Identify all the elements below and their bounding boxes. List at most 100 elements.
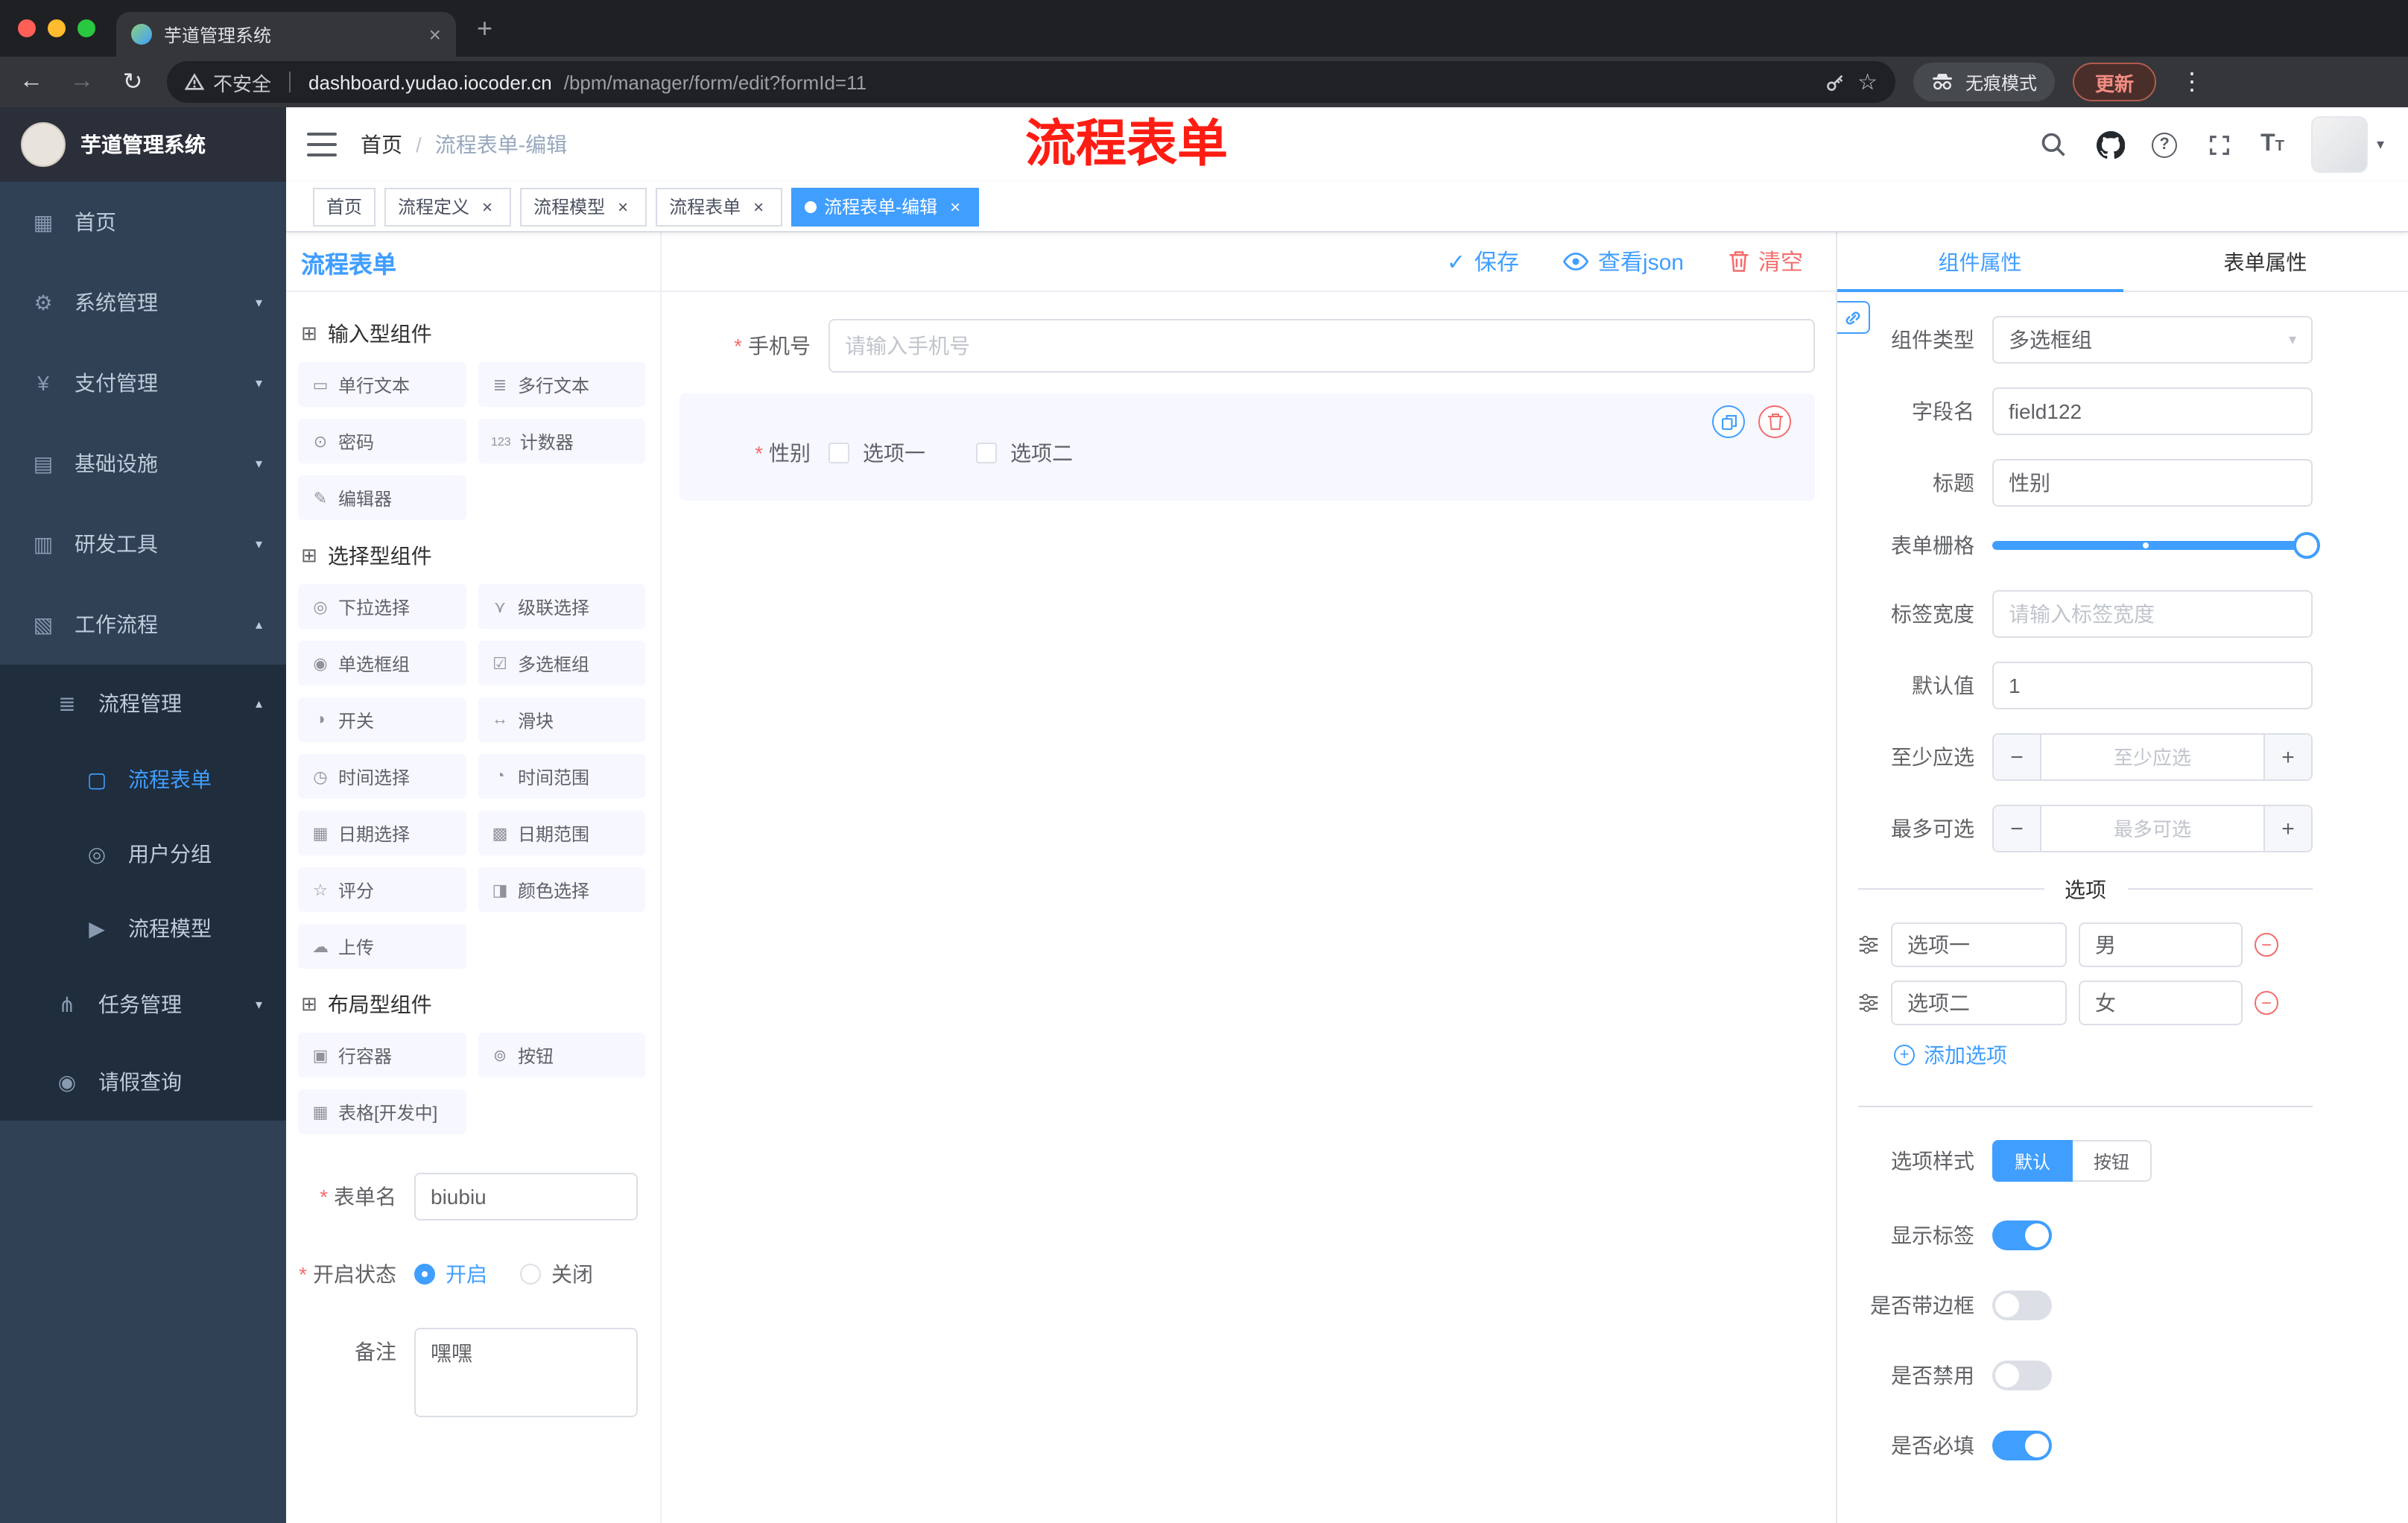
new-tab-button[interactable]: + (477, 13, 492, 44)
palette-item-editor[interactable]: ✎ 编辑器 (298, 475, 466, 520)
github-icon[interactable] (2095, 130, 2125, 159)
search-icon[interactable] (2038, 130, 2068, 159)
close-icon[interactable]: × (612, 196, 633, 217)
sidebar-item-system-management[interactable]: ⚙ 系统管理 ▾ (0, 262, 286, 343)
hamburger-icon[interactable] (307, 133, 337, 156)
palette-item-slider[interactable]: ↔ 滑块 (478, 697, 645, 742)
form-grid-slider[interactable] (1992, 532, 2320, 559)
sidebar-item-infrastructure[interactable]: ▤ 基础设施 ▾ (0, 423, 286, 504)
label-width-input[interactable] (1992, 590, 2313, 638)
copy-component-button[interactable] (1712, 405, 1745, 438)
decrease-button[interactable]: − (1994, 806, 2041, 851)
tab-component-props[interactable]: 组件属性 (1837, 232, 2123, 292)
palette-item-switch[interactable]: ◑ 开关 (298, 697, 466, 742)
palette-item-date-range[interactable]: ▩ 日期范围 (478, 811, 645, 855)
phone-input[interactable] (828, 319, 1815, 373)
status-off-radio[interactable]: 关闭 (520, 1259, 593, 1289)
palette-item-table[interactable]: ▦ 表格[开发中] (298, 1089, 466, 1134)
help-icon[interactable]: ? (2152, 132, 2178, 157)
tag-process-definition[interactable]: 流程定义 × (384, 187, 512, 226)
palette-item-radio-group[interactable]: ◉ 单选框组 (298, 641, 466, 685)
field-name-input[interactable] (1992, 387, 2313, 435)
style-button-button[interactable]: 按钮 (2073, 1140, 2152, 1182)
palette-item-button[interactable]: ⊚ 按钮 (478, 1033, 645, 1077)
sidebar-item-home[interactable]: ▦ 首页 (0, 182, 286, 262)
palette-item-date-picker[interactable]: ▦ 日期选择 (298, 811, 466, 855)
close-icon[interactable]: × (477, 196, 498, 217)
palette-item-select[interactable]: ◎ 下拉选择 (298, 584, 466, 629)
drag-handle-icon[interactable] (1858, 992, 1879, 1013)
option-value-input[interactable] (2079, 922, 2243, 967)
bookmark-star-icon[interactable]: ☆ (1857, 69, 1878, 95)
palette-item-time-picker[interactable]: ◷ 时间选择 (298, 754, 466, 799)
remove-option-button[interactable]: − (2255, 991, 2278, 1015)
gender-option2-checkbox[interactable]: 选项二 (976, 438, 1073, 468)
fullscreen-icon[interactable] (2204, 130, 2234, 159)
canvas-field-gender-selected[interactable]: 性别 选项一 选项二 (679, 393, 1815, 501)
palette-item-upload[interactable]: ☁ 上传 (298, 924, 466, 969)
palette-item-counter[interactable]: 123 计数器 (478, 419, 645, 463)
tag-home[interactable]: 首页 (313, 187, 376, 226)
min-select-input[interactable] (2041, 735, 2263, 779)
tag-process-model[interactable]: 流程模型 × (520, 187, 647, 226)
clear-button[interactable]: 清空 (1729, 246, 1803, 277)
close-icon[interactable]: × (945, 196, 966, 217)
sidebar-item-process-form[interactable]: ▢ 流程表单 (0, 742, 286, 817)
password-key-icon[interactable] (1823, 71, 1845, 93)
breadcrumb-home[interactable]: 首页 (361, 130, 402, 159)
option-name-input[interactable] (1891, 981, 2067, 1025)
save-button[interactable]: ✓ 保存 (1447, 246, 1519, 277)
sidebar-item-leave-query[interactable]: ◉ 请假查询 (0, 1043, 286, 1121)
minimize-window-button[interactable] (48, 19, 66, 37)
palette-item-single-line-text[interactable]: ▭ 单行文本 (298, 362, 466, 407)
user-avatar[interactable]: ▾ (2310, 116, 2384, 173)
remove-option-button[interactable]: − (2255, 933, 2278, 957)
component-type-select[interactable]: 多选框组 ▾ (1992, 316, 2313, 364)
sidebar-item-task-management[interactable]: ⋔ 任务管理 ▾ (0, 966, 286, 1043)
back-icon[interactable]: ← (15, 69, 48, 95)
style-default-button[interactable]: 默认 (1992, 1140, 2073, 1182)
max-select-input[interactable] (2041, 806, 2263, 851)
decrease-button[interactable]: − (1994, 735, 2041, 779)
palette-item-time-range[interactable]: ◔ 时间范围 (478, 754, 645, 799)
view-json-button[interactable]: 查看json (1563, 246, 1684, 277)
palette-item-rate[interactable]: ☆ 评分 (298, 867, 466, 912)
drag-handle-icon[interactable] (1858, 934, 1879, 955)
status-on-radio[interactable]: 开启 (414, 1259, 487, 1289)
gender-option1-checkbox[interactable]: 选项一 (828, 438, 925, 468)
has-border-switch[interactable] (1992, 1291, 2052, 1320)
title-input[interactable] (1992, 459, 2313, 507)
tag-process-form[interactable]: 流程表单 × (656, 187, 783, 226)
close-window-button[interactable] (18, 19, 36, 37)
required-switch[interactable] (1992, 1431, 2052, 1460)
close-icon[interactable]: × (748, 196, 769, 217)
sidebar-item-dev-tools[interactable]: ▥ 研发工具 ▾ (0, 504, 286, 584)
palette-item-row-container[interactable]: ▣ 行容器 (298, 1033, 466, 1077)
font-size-icon[interactable]: TT (2260, 131, 2284, 158)
form-name-input[interactable] (414, 1173, 638, 1220)
forward-icon[interactable]: → (66, 69, 98, 95)
reload-icon[interactable]: ↻ (116, 67, 149, 97)
tab-form-props[interactable]: 表单属性 (2123, 232, 2408, 291)
palette-item-checkbox-group[interactable]: ☑ 多选框组 (478, 641, 645, 685)
form-remark-textarea[interactable]: 嘿嘿 (414, 1328, 638, 1417)
increase-button[interactable]: + (2263, 806, 2311, 851)
browser-tab[interactable]: 芋道管理系统 × (116, 12, 456, 57)
add-option-button[interactable]: + 添加选项 (1894, 1040, 2313, 1070)
option-name-input[interactable] (1891, 922, 2067, 967)
option-value-input[interactable] (2079, 981, 2243, 1025)
slider-handle[interactable] (2293, 532, 2320, 559)
sidebar-item-process-model[interactable]: ▶ 流程模型 (0, 891, 286, 966)
delete-component-button[interactable] (1758, 405, 1791, 438)
field-link-badge[interactable] (1837, 301, 1870, 334)
update-browser-button[interactable]: 更新 (2073, 63, 2157, 101)
tag-process-form-edit[interactable]: 流程表单-编辑 × (791, 187, 980, 226)
palette-item-multi-line-text[interactable]: ≣ 多行文本 (478, 362, 645, 407)
sidebar-item-payment-management[interactable]: ¥ 支付管理 ▾ (0, 343, 286, 423)
sidebar-logo[interactable]: 芋道管理系统 (0, 107, 286, 182)
sidebar-item-process-management[interactable]: ≣ 流程管理 ▴ (0, 665, 286, 742)
disabled-switch[interactable] (1992, 1361, 2052, 1390)
palette-item-color-picker[interactable]: ◨ 颜色选择 (478, 867, 645, 912)
security-status[interactable]: 不安全 (185, 68, 271, 96)
canvas-field-phone[interactable]: 手机号 (679, 319, 1815, 373)
